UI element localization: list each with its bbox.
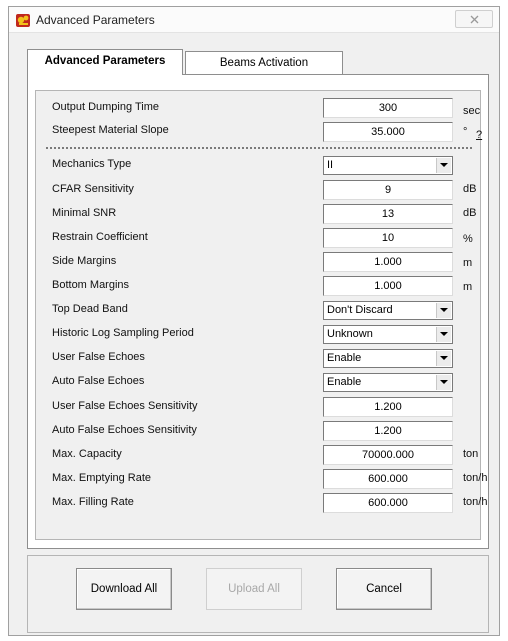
- steepest-material-slope-input[interactable]: 35.000: [323, 122, 453, 142]
- side-margins-unit: m: [463, 257, 473, 269]
- tab-beams-activation[interactable]: Beams Activation: [185, 51, 343, 75]
- mechanics-type-value: II: [327, 159, 334, 171]
- tab-advanced-parameters[interactable]: Advanced Parameters: [27, 49, 183, 75]
- cfar-sensitivity-label: CFAR Sensitivity: [52, 183, 134, 195]
- steepest-material-slope-unit: °: [463, 126, 468, 138]
- user-false-echoes-label: User False Echoes: [52, 351, 145, 363]
- app-logo-icon: [15, 12, 31, 28]
- close-icon: [470, 15, 479, 27]
- restrain-coefficient-input[interactable]: 10: [323, 228, 453, 248]
- parameters-frame: Output Dumping Time 300 sec Steepest Mat…: [35, 90, 487, 540]
- historic-log-sampling-period-dropdown[interactable]: Unknown: [323, 325, 453, 344]
- steepest-material-slope-label: Steepest Material Slope: [52, 124, 169, 136]
- historic-log-sampling-period-label: Historic Log Sampling Period: [52, 327, 194, 339]
- top-dead-band-value: Don't Discard: [327, 304, 393, 316]
- auto-false-echoes-sensitivity-input[interactable]: 1.200: [323, 421, 453, 441]
- download-all-button[interactable]: Download All: [76, 568, 172, 610]
- restrain-coefficient-label: Restrain Coefficient: [52, 231, 148, 243]
- title-bar: Advanced Parameters: [9, 7, 499, 33]
- top-dead-band-dropdown[interactable]: Don't Discard: [323, 301, 453, 320]
- chevron-down-icon[interactable]: [436, 375, 451, 390]
- max-emptying-rate-unit: ton/h: [463, 472, 488, 484]
- max-emptying-rate-input[interactable]: 600.000: [323, 469, 453, 489]
- auto-false-echoes-sensitivity-label: Auto False Echoes Sensitivity: [52, 424, 197, 436]
- side-margins-input[interactable]: 1.000: [323, 252, 453, 272]
- user-false-echoes-value: Enable: [327, 352, 362, 364]
- user-false-echoes-dropdown[interactable]: Enable: [323, 349, 453, 368]
- top-dead-band-label: Top Dead Band: [52, 303, 128, 315]
- historic-log-sampling-period-value: Unknown: [327, 328, 373, 340]
- chevron-down-icon[interactable]: [436, 327, 451, 342]
- slope-help-icon[interactable]: ?: [476, 129, 482, 141]
- output-dumping-time-unit: sec: [463, 105, 481, 117]
- side-margins-label: Side Margins: [52, 255, 117, 267]
- max-filling-rate-input[interactable]: 600.000: [323, 493, 453, 513]
- cfar-sensitivity-unit: dB: [463, 183, 477, 195]
- auto-false-echoes-dropdown[interactable]: Enable: [323, 373, 453, 392]
- bottom-margins-input[interactable]: 1.000: [323, 276, 453, 296]
- cancel-button[interactable]: Cancel: [336, 568, 432, 610]
- section-separator: [46, 147, 472, 149]
- max-capacity-unit: ton: [463, 448, 479, 460]
- user-false-echoes-sensitivity-label: User False Echoes Sensitivity: [52, 400, 198, 412]
- auto-false-echoes-value: Enable: [327, 376, 362, 388]
- action-buttons-group: Download All Upload All Cancel: [27, 555, 489, 633]
- minimal-snr-label: Minimal SNR: [52, 207, 117, 219]
- max-capacity-input[interactable]: 70000.000: [323, 445, 453, 465]
- cfar-sensitivity-input[interactable]: 9: [323, 180, 453, 200]
- chevron-down-icon[interactable]: [436, 303, 451, 318]
- minimal-snr-unit: dB: [463, 207, 477, 219]
- minimal-snr-input[interactable]: 13: [323, 204, 453, 224]
- mechanics-type-dropdown[interactable]: II: [323, 156, 453, 175]
- auto-false-echoes-label: Auto False Echoes: [52, 375, 145, 387]
- max-filling-rate-label: Max. Filling Rate: [52, 496, 134, 508]
- output-dumping-time-label: Output Dumping Time: [52, 101, 159, 113]
- user-false-echoes-sensitivity-input[interactable]: 1.200: [323, 397, 453, 417]
- mechanics-type-label: Mechanics Type: [52, 158, 132, 170]
- bottom-margins-unit: m: [463, 281, 473, 293]
- close-button[interactable]: [455, 10, 493, 28]
- max-emptying-rate-label: Max. Emptying Rate: [52, 472, 152, 484]
- output-dumping-time-input[interactable]: 300: [323, 98, 453, 118]
- advanced-parameters-panel: Output Dumping Time 300 sec Steepest Mat…: [27, 74, 489, 549]
- chevron-down-icon[interactable]: [436, 158, 451, 173]
- chevron-down-icon[interactable]: [436, 351, 451, 366]
- restrain-coefficient-unit: %: [463, 233, 473, 245]
- upload-all-button[interactable]: Upload All: [206, 568, 302, 610]
- dialog-window: Advanced Parameters Beams Activation Adv…: [8, 6, 500, 636]
- bottom-margins-label: Bottom Margins: [52, 279, 130, 291]
- max-filling-rate-unit: ton/h: [463, 496, 488, 508]
- max-capacity-label: Max. Capacity: [52, 448, 122, 460]
- window-title: Advanced Parameters: [36, 13, 155, 27]
